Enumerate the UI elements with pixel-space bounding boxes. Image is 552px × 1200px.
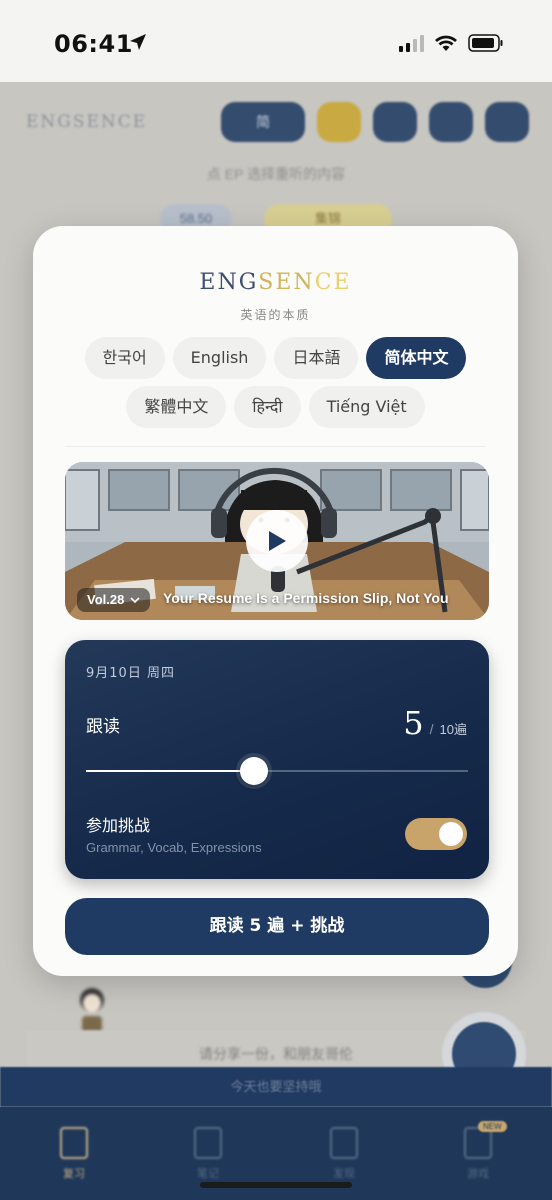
repeat-count: 5 / 10遍	[403, 704, 467, 742]
episode-video-thumbnail[interactable]: Vol.28 Your Resume Is a Permission Slip,…	[65, 462, 489, 620]
language-option-japanese[interactable]: 日本語	[274, 337, 359, 379]
signal-icon	[399, 34, 424, 52]
location-arrow-icon	[130, 34, 146, 50]
language-option-traditional-chinese[interactable]: 繁體中文	[126, 386, 227, 428]
tab-games: 游戏	[448, 1127, 508, 1181]
shadowing-label: 跟读	[86, 717, 120, 737]
language-modal: ENGSENCE 英语的本质 한국어 English 日本語 简体中文 繁體中文…	[33, 226, 518, 976]
background-more-button	[485, 102, 529, 142]
language-option-korean[interactable]: 한국어	[84, 337, 165, 379]
background-banner: 今天也要坚持哦	[0, 1067, 552, 1107]
repeat-count-total: 10遍	[439, 722, 467, 737]
background-logo: ENGSENCE	[26, 112, 148, 132]
background-book-button	[373, 102, 417, 142]
challenge-subtitle: Grammar, Vocab, Expressions	[86, 840, 262, 855]
language-row-1: 한국어 English 日本語 简体中文	[33, 337, 518, 379]
episode-title: Your Resume Is a Permission Slip, Not Yo…	[163, 590, 449, 606]
background-heart-button	[317, 102, 361, 142]
play-icon	[269, 531, 286, 551]
language-option-vietnamese[interactable]: Tiếng Việt	[308, 386, 425, 428]
challenge-label: 参加挑战	[86, 816, 151, 835]
brand-subtitle: 英语的本质	[240, 308, 311, 322]
brand-logo: ENGSENCE	[199, 270, 352, 295]
repeat-count-separator: /	[429, 721, 434, 737]
status-time: 06:41	[54, 30, 133, 58]
chevron-down-icon	[130, 597, 140, 604]
repeat-count-value: 5	[403, 704, 424, 742]
repeat-slider-thumb[interactable]	[240, 757, 269, 785]
challenge-toggle-knob	[439, 822, 463, 846]
start-shadowing-button[interactable]: 跟读 5 遍 + 挑战	[65, 898, 489, 955]
volume-label: Vol.28	[87, 592, 125, 607]
language-option-hindi[interactable]: हिन्दी	[234, 386, 301, 428]
status-bar: 06:41	[0, 0, 552, 82]
home-indicator	[200, 1182, 352, 1188]
background-language-button: 简	[221, 102, 305, 142]
battery-icon	[468, 34, 503, 52]
tab-games-badge: NEW	[478, 1121, 507, 1132]
language-option-simplified-chinese[interactable]: 简体中文	[366, 337, 467, 379]
tab-discover: 发现	[314, 1127, 374, 1181]
language-option-english[interactable]: English	[172, 337, 267, 379]
divider	[65, 446, 486, 447]
challenge-toggle[interactable]	[405, 818, 467, 850]
tab-notes: 笔记	[178, 1127, 238, 1181]
volume-selector[interactable]: Vol.28	[77, 588, 151, 612]
repeat-slider-track[interactable]	[86, 770, 468, 772]
wifi-icon	[435, 35, 457, 51]
background-bell-button	[429, 102, 473, 142]
panel-date: 9月10日 周四	[86, 666, 175, 681]
tab-review: 复习	[44, 1127, 104, 1181]
language-row-2: 繁體中文 हिन्दी Tiếng Việt	[33, 386, 518, 428]
shadowing-panel: 9月10日 周四 跟读 5 / 10遍 参加挑战 Grammar, Vocab,…	[65, 640, 489, 879]
repeat-slider-fill	[86, 770, 255, 772]
background-hint: 点 EP 选择重听的内容	[206, 166, 346, 182]
play-button[interactable]	[246, 510, 308, 572]
